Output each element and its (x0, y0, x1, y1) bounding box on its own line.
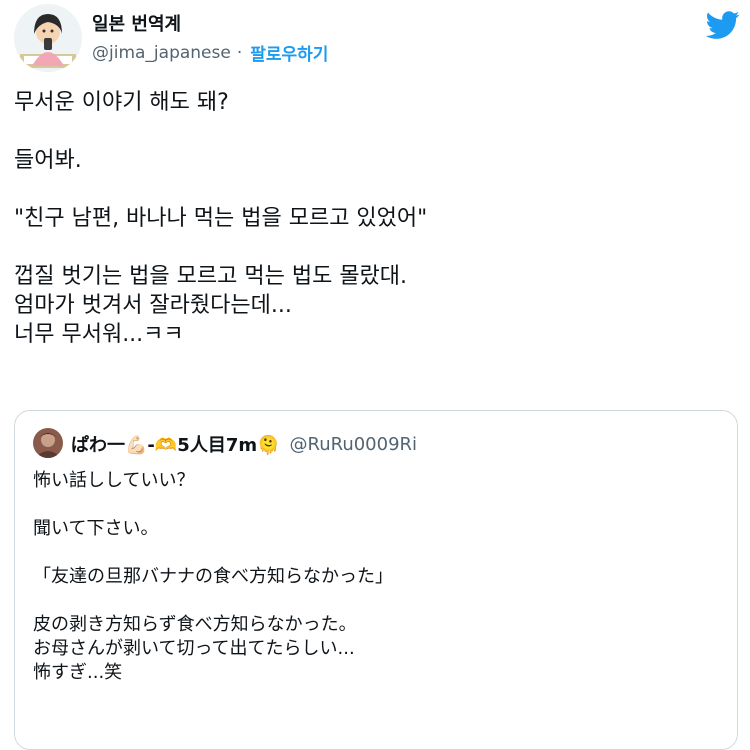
tweet-text: 무서운 이야기 해도 돼? 들어봐. "친구 남편, 바나나 먹는 법을 모르고… (14, 88, 734, 349)
quote-header: ぱわ一💪🏻-🫶5人目7m🫠 @RuRu0009Ri (71, 431, 417, 457)
quoted-tweet-card[interactable]: ぱわ一💪🏻-🫶5人目7m🫠 @RuRu0009Ri 怖い話ししていい？ 聞いて下… (14, 410, 738, 750)
author-meta: @jima_japanese · 팔로우하기 (92, 40, 328, 66)
tweet-line: "친구 남편, 바나나 먹는 법을 모르고 있었어" (14, 206, 428, 231)
author-avatar[interactable] (14, 4, 82, 72)
quote-avatar-photo-icon (33, 428, 63, 458)
twitter-bird-icon[interactable] (706, 8, 740, 42)
author-name[interactable]: 일본 번역계 (92, 10, 181, 36)
quote-author-handle[interactable]: @RuRu0009Ri (290, 434, 418, 455)
quote-line: 「友達の旦那バナナの食べ方知らなかった」 (33, 566, 393, 587)
quote-author-name[interactable]: ぱわ一💪🏻-🫶5人目7m🫠 (71, 431, 280, 457)
tweet-line: 너무 무서워...ㅋㅋ (14, 322, 184, 347)
tweet-line: 엄마가 벗겨서 잘라줬다는데... (14, 293, 292, 318)
quote-line: お母さんが剥いて切って出てたらしい... (33, 638, 355, 659)
tweet-line: 들어봐. (14, 148, 82, 173)
quote-line: 聞いて下さい。 (33, 518, 159, 539)
quote-text: 怖い話ししていい？ 聞いて下さい。 「友達の旦那バナナの食べ方知らなかった」 皮… (33, 469, 723, 685)
follow-button[interactable]: 팔로우하기 (250, 40, 328, 65)
separator-dot: · (236, 42, 243, 63)
tweet-line: 껍질 벗기는 법을 모르고 먹는 법도 몰랐대. (14, 264, 408, 289)
avatar-illustration-icon (14, 4, 82, 72)
author-handle[interactable]: @jima_japanese (92, 43, 231, 63)
quote-author-avatar[interactable] (33, 428, 63, 458)
quote-line: 怖すぎ...笑 (33, 662, 123, 683)
tweet-line: 무서운 이야기 해도 돼? (14, 90, 229, 115)
quote-line: 怖い話ししていい？ (33, 470, 195, 491)
quote-line: 皮の剥き方知らず食べ方知らなかった。 (33, 614, 357, 635)
